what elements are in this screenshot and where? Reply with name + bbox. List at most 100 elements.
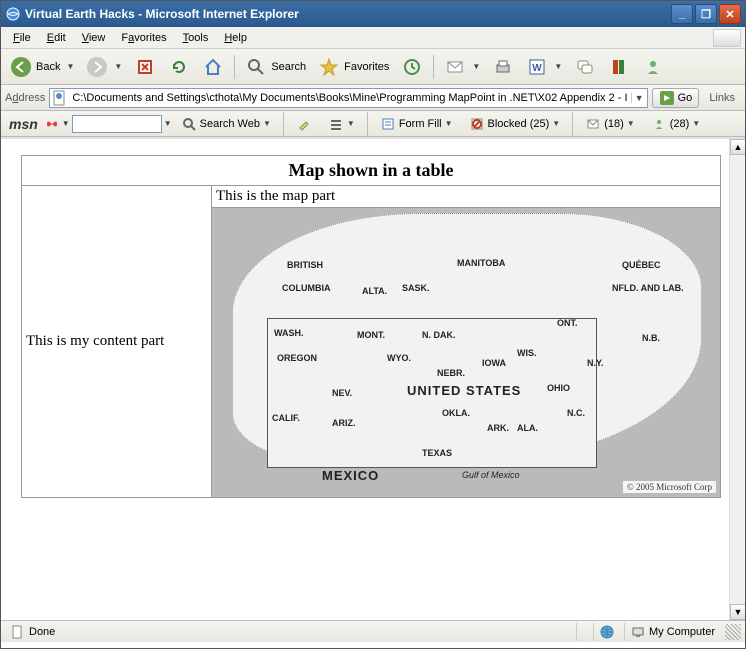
msn-logo[interactable]: msn xyxy=(5,116,42,132)
options-button[interactable]: ▼ xyxy=(321,114,362,134)
map-text: WASH. xyxy=(274,328,304,338)
address-input[interactable] xyxy=(70,89,630,107)
maximize-button[interactable]: ❐ xyxy=(695,4,717,24)
research-icon xyxy=(608,56,630,78)
address-combo[interactable]: ▼ xyxy=(49,88,647,108)
map-text: NEBR. xyxy=(437,368,465,378)
map-text: MONT. xyxy=(357,330,385,340)
menu-edit[interactable]: Edit xyxy=(39,30,74,46)
hotmail-button[interactable]: (18) ▼ xyxy=(578,114,641,134)
links-label[interactable]: Links xyxy=(703,92,741,104)
messenger-button[interactable] xyxy=(637,53,669,81)
map-text: QUÉBEC xyxy=(622,260,661,270)
print-icon xyxy=(492,56,514,78)
map-text: OKLA. xyxy=(442,408,470,418)
svg-text:W: W xyxy=(533,63,543,74)
edit-button[interactable]: W ▼ xyxy=(521,53,567,81)
highlight-button[interactable] xyxy=(289,114,319,134)
content-area: Map shown in a table This is my content … xyxy=(1,137,745,620)
menu-tools[interactable]: Tools xyxy=(175,30,217,46)
form-fill-button[interactable]: Form Fill ▼ xyxy=(373,114,460,134)
address-dropdown[interactable]: ▼ xyxy=(631,93,647,103)
separator xyxy=(234,55,235,79)
status-bar: Done My Computer xyxy=(1,620,745,642)
page-icon xyxy=(52,90,68,106)
refresh-button[interactable] xyxy=(163,53,195,81)
chevron-down-icon: ▼ xyxy=(445,119,453,128)
chevron-down-icon: ▼ xyxy=(66,62,74,71)
mail-button[interactable]: ▼ xyxy=(439,53,485,81)
back-button[interactable]: Back ▼ xyxy=(5,53,79,81)
address-bar: Address ▼ Go Links xyxy=(1,85,745,111)
map-text: N. DAK. xyxy=(422,330,456,340)
map-text: Gulf of Mexico xyxy=(462,470,520,480)
map-text: TEXAS xyxy=(422,448,452,458)
popup-blocked-button[interactable]: Blocked (25) ▼ xyxy=(462,114,568,134)
map-text: ALTA. xyxy=(362,286,387,296)
map-text: NEV. xyxy=(332,388,352,398)
chevron-down-icon: ▼ xyxy=(692,119,700,128)
forward-button[interactable]: ▼ xyxy=(81,53,127,81)
scroll-down-button[interactable]: ▼ xyxy=(730,604,745,620)
map-text: CALIF. xyxy=(272,413,300,423)
search-web-button[interactable]: Search Web ▼ xyxy=(174,114,278,134)
star-icon xyxy=(318,56,340,78)
minimize-button[interactable]: _ xyxy=(671,4,693,24)
menu-help[interactable]: Help xyxy=(216,30,255,46)
page-icon xyxy=(11,625,25,639)
map-text: WYO. xyxy=(387,353,411,363)
messenger-button[interactable]: (28) ▼ xyxy=(644,114,707,134)
map-label: This is the map part xyxy=(212,186,720,207)
search-icon xyxy=(245,56,267,78)
mail-icon xyxy=(585,116,601,132)
refresh-icon xyxy=(168,56,190,78)
status-text-pane: Done xyxy=(5,623,572,641)
butterfly-icon xyxy=(44,116,60,132)
scroll-up-button[interactable]: ▲ xyxy=(730,139,745,155)
history-icon xyxy=(401,56,423,78)
home-button[interactable] xyxy=(197,53,229,81)
research-button[interactable] xyxy=(603,53,635,81)
blocked-icon xyxy=(469,116,485,132)
main-toolbar: Back ▼ ▼ Search Favorites ▼ W ▼ xyxy=(1,49,745,85)
menu-view[interactable]: View xyxy=(74,30,114,46)
vertical-scrollbar[interactable]: ▲ ▼ xyxy=(729,139,745,620)
back-icon xyxy=(10,56,32,78)
menu-file[interactable]: File xyxy=(5,30,39,46)
map[interactable]: BRITISH COLUMBIA ALTA. SASK. MANITOBA ON… xyxy=(212,207,720,497)
chevron-down-icon[interactable]: ▼ xyxy=(164,119,172,128)
msn-search-input[interactable] xyxy=(72,115,162,133)
separator xyxy=(433,55,434,79)
print-button[interactable] xyxy=(487,53,519,81)
menu-bar: File Edit View Favorites Tools Help xyxy=(1,27,745,49)
options-icon xyxy=(328,116,344,132)
map-text: COLUMBIA xyxy=(282,283,331,293)
ie-icon xyxy=(5,6,21,22)
resize-grip[interactable] xyxy=(725,624,741,640)
map-text: SASK. xyxy=(402,283,430,293)
windows-flag-icon[interactable] xyxy=(713,29,741,47)
history-button[interactable] xyxy=(396,53,428,81)
map-text: IOWA xyxy=(482,358,506,368)
status-pane xyxy=(593,623,620,641)
menu-favorites[interactable]: Favorites xyxy=(113,30,174,46)
computer-icon xyxy=(631,625,645,639)
highlight-icon xyxy=(296,116,312,132)
separator xyxy=(572,112,573,136)
discuss-button[interactable] xyxy=(569,53,601,81)
messenger-icon xyxy=(651,116,667,132)
go-button[interactable]: Go xyxy=(652,88,700,108)
messenger-icon xyxy=(642,56,664,78)
separator xyxy=(283,112,284,136)
stop-button[interactable] xyxy=(129,53,161,81)
close-button[interactable]: ✕ xyxy=(719,4,741,24)
status-text: Done xyxy=(29,626,55,638)
chevron-down-icon: ▼ xyxy=(552,119,560,128)
zone-text: My Computer xyxy=(649,626,715,638)
map-text: ALA. xyxy=(517,423,538,433)
favorites-button[interactable]: Favorites xyxy=(313,53,394,81)
map-text: NFLD. AND LAB. xyxy=(612,283,684,293)
home-icon xyxy=(202,56,224,78)
search-button[interactable]: Search xyxy=(240,53,311,81)
chevron-down-icon[interactable]: ▼ xyxy=(62,119,70,128)
